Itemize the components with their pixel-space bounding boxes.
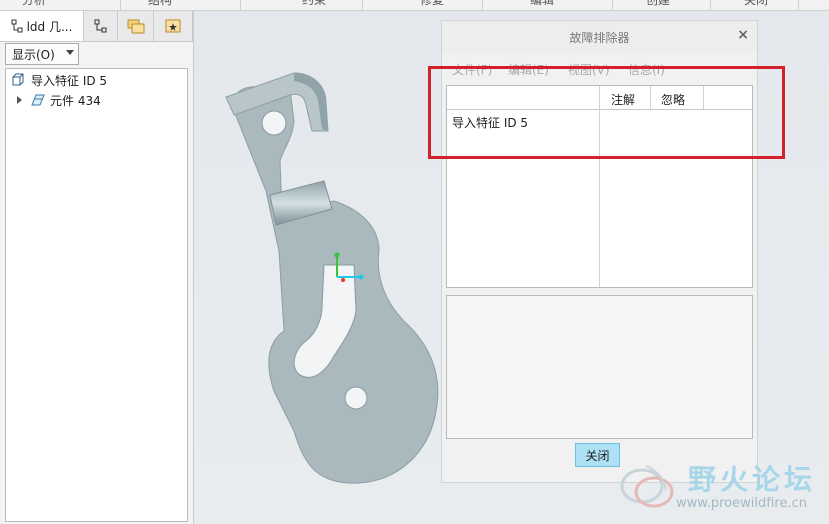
- tab-model-tree-label: ldd 几...: [26, 19, 73, 34]
- component-part-icon: [31, 94, 45, 106]
- ribbon-separator: [798, 0, 799, 10]
- tab-favorites[interactable]: [154, 11, 193, 41]
- tree-structure-icon: [94, 19, 106, 33]
- ribbon-tab-repair[interactable]: 修复: [420, 0, 444, 9]
- model-tree: 导入特征 ID 5 元件 434: [5, 68, 188, 522]
- forum-watermark: 野火论坛 www.proewildfire.cn: [616, 456, 824, 518]
- close-button[interactable]: 关闭: [575, 443, 620, 467]
- ribbon-separator: [120, 0, 121, 10]
- model-tree-icon: [11, 19, 23, 33]
- ribbon-separator: [482, 0, 483, 10]
- tree-item-import-feature[interactable]: 导入特征 ID 5: [10, 71, 107, 89]
- tab-layer-tree[interactable]: [84, 11, 118, 41]
- ribbon-tab-analysis[interactable]: 分析: [22, 0, 46, 9]
- panel-tabs: ldd 几...: [0, 11, 193, 42]
- dialog-title: 故障排除器: [569, 31, 630, 45]
- tab-folder-browser[interactable]: [118, 11, 154, 41]
- ribbon-separator: [240, 0, 241, 10]
- ribbon-tabs: 分析 结构 约束 修复 编辑 创建 关闭: [0, 0, 829, 11]
- ribbon-separator: [710, 0, 711, 10]
- ribbon-tab-create[interactable]: 创建: [646, 0, 670, 9]
- import-feature-icon: [12, 73, 24, 86]
- folders-icon: [127, 19, 144, 34]
- ribbon-tab-edit[interactable]: 编辑: [530, 0, 554, 9]
- watermark-url: www.proewildfire.cn: [676, 496, 807, 511]
- ribbon-tab-constraint[interactable]: 约束: [302, 0, 326, 9]
- show-dropdown[interactable]: 显示(O): [5, 43, 79, 65]
- expand-arrow-icon[interactable]: [16, 95, 24, 105]
- watermark-title: 野火论坛: [688, 463, 817, 496]
- ribbon-separator: [362, 0, 363, 10]
- tree-item-component[interactable]: 元件 434: [16, 91, 101, 109]
- dialog-titlebar: 故障排除器 ×: [442, 21, 757, 53]
- details-pane: [446, 295, 753, 439]
- favorites-folder-icon: [165, 19, 181, 33]
- chevron-down-icon: [66, 50, 74, 55]
- highlight-box: [428, 66, 785, 159]
- ribbon-tab-structure[interactable]: 结构: [148, 0, 172, 9]
- close-icon[interactable]: ×: [737, 27, 749, 43]
- show-dropdown-label: 显示(O): [12, 47, 55, 62]
- tree-item-label: 导入特征 ID 5: [31, 73, 108, 88]
- tree-item-label: 元件 434: [50, 93, 101, 108]
- ribbon-tab-close[interactable]: 关闭: [744, 0, 768, 9]
- ribbon-separator: [612, 0, 613, 10]
- tab-model-tree[interactable]: ldd 几...: [0, 11, 84, 41]
- model-tree-panel: ldd 几... 显示(O) 导入特征 ID 5 元件 434: [0, 11, 194, 524]
